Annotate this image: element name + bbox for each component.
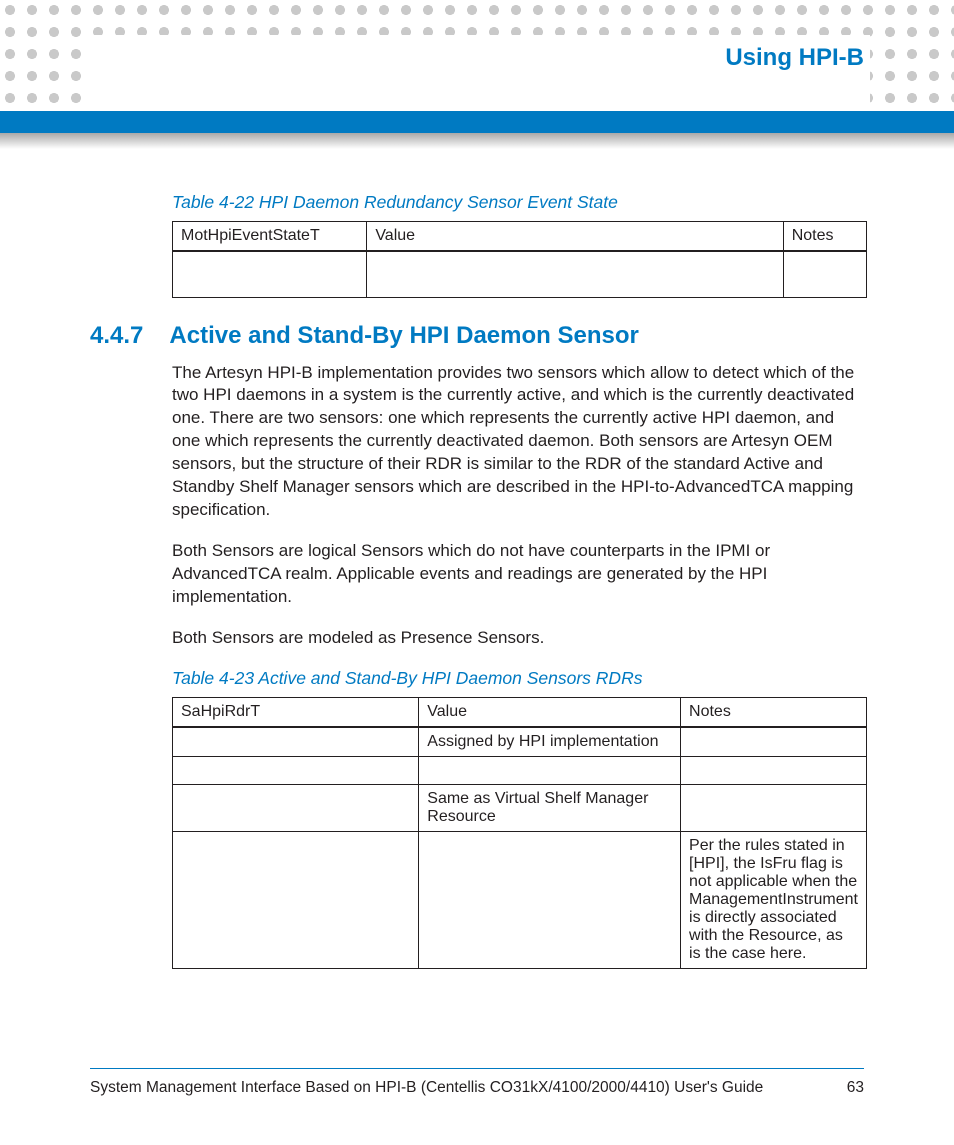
table-cell: Per the rules stated in [HPI], the IsFru… (681, 831, 867, 968)
table-header-cell: Value (367, 222, 783, 252)
section-number: 4.4.7 (90, 322, 143, 350)
table-422: MotHpiEventStateT Value Notes (172, 221, 867, 298)
header-shadow (0, 133, 954, 149)
table-cell (419, 756, 681, 784)
table-row: Same as Virtual Shelf Manager Resource (173, 784, 867, 831)
table-header-cell: MotHpiEventStateT (173, 222, 367, 252)
table-cell (173, 784, 419, 831)
table-header-row: SaHpiRdrT Value Notes (173, 697, 867, 727)
table-cell: Assigned by HPI implementation (419, 727, 681, 757)
table-header-cell: SaHpiRdrT (173, 697, 419, 727)
table-header-cell: Value (419, 697, 681, 727)
table-422-caption: Table 4-22 HPI Daemon Redundancy Sensor … (172, 192, 867, 213)
paragraph: The Artesyn HPI-B implementation provide… (172, 362, 867, 523)
footer-doc-title: System Management Interface Based on HPI… (90, 1079, 763, 1097)
table-cell (681, 727, 867, 757)
table-cell (173, 727, 419, 757)
table-cell (681, 784, 867, 831)
table-row: Per the rules stated in [HPI], the IsFru… (173, 831, 867, 968)
section-title: Active and Stand-By HPI Daemon Sensor (169, 322, 638, 350)
header-blue-bar (0, 111, 954, 133)
table-header-cell: Notes (681, 697, 867, 727)
table-423-caption: Table 4-23 Active and Stand-By HPI Daemo… (172, 668, 867, 689)
table-row (173, 756, 867, 784)
table-header-cell: Notes (783, 222, 866, 252)
paragraph: Both Sensors are modeled as Presence Sen… (172, 627, 867, 650)
table-header-row: MotHpiEventStateT Value Notes (173, 222, 867, 252)
table-cell (783, 251, 866, 297)
table-cell (367, 251, 783, 297)
footer-page-number: 63 (847, 1079, 864, 1097)
table-row: Assigned by HPI implementation (173, 727, 867, 757)
table-cell (419, 831, 681, 968)
chapter-title: Using HPI-B (725, 44, 864, 72)
table-cell: Same as Virtual Shelf Manager Resource (419, 784, 681, 831)
table-cell (173, 756, 419, 784)
table-cell (173, 831, 419, 968)
page-footer: System Management Interface Based on HPI… (90, 1068, 864, 1097)
table-cell (173, 251, 367, 297)
table-row (173, 251, 867, 297)
table-423: SaHpiRdrT Value Notes Assigned by HPI im… (172, 697, 867, 969)
table-cell (681, 756, 867, 784)
paragraph: Both Sensors are logical Sensors which d… (172, 540, 867, 609)
